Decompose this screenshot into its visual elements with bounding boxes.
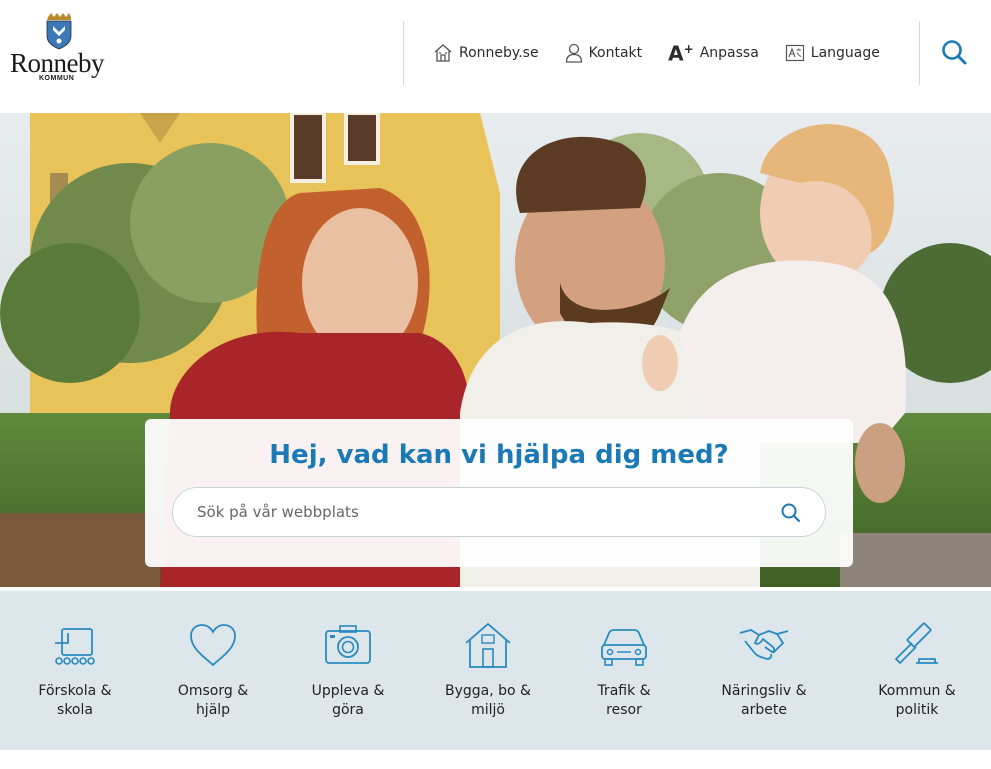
nav-kontakt-label: Kontakt: [588, 45, 643, 61]
heart-icon: [190, 624, 236, 667]
hero-banner: Hej, vad kan vi hjälpa dig med?: [0, 113, 991, 587]
search-field[interactable]: [172, 487, 826, 537]
text-size-icon: A+: [668, 41, 694, 66]
camera-icon: [325, 625, 371, 664]
category-label: Trafik & resor: [597, 683, 651, 718]
handshake-icon: [739, 629, 789, 660]
ronneby-logo[interactable]: Ronneby KOMMUN: [8, 12, 110, 84]
house-icon: [434, 44, 452, 62]
category-label: Omsorg & hjälp: [177, 683, 249, 718]
house-icon: [465, 622, 511, 668]
translate-icon: [785, 44, 804, 62]
category-bar: Förskola & skola Omsorg & hjälp Uppleva …: [0, 591, 991, 750]
nav-anpassa-label: Anpassa: [699, 45, 759, 61]
person-icon: [565, 43, 582, 63]
category-label: Uppleva & göra: [311, 683, 385, 718]
nav-kontakt[interactable]: Kontakt: [565, 43, 643, 63]
search-icon[interactable]: [940, 38, 968, 66]
search-input[interactable]: [197, 500, 757, 524]
header-divider: [403, 21, 404, 85]
nav-language[interactable]: Language: [785, 43, 880, 63]
header-divider-right: [919, 21, 920, 85]
coat-of-arms-icon: [46, 13, 72, 50]
category-label: Bygga, bo & miljö: [445, 683, 531, 718]
category-kommun-politik[interactable]: Kommun & politik: [847, 591, 987, 750]
category-trafik-resor[interactable]: Trafik & resor: [554, 591, 694, 750]
category-uppleva-gora[interactable]: Uppleva & göra: [278, 591, 418, 750]
category-forskola-skola[interactable]: Förskola & skola: [5, 591, 145, 750]
search-submit-icon[interactable]: [780, 502, 802, 524]
nav-ronneby-se[interactable]: Ronneby.se: [433, 43, 539, 63]
search-heading: Hej, vad kan vi hjälpa dig med?: [269, 440, 729, 470]
category-label: Näringsliv & arbete: [721, 683, 807, 718]
car-icon: [601, 629, 647, 666]
site-header: Ronneby KOMMUN Ronneby.se Kontakt A+ Anp…: [0, 0, 991, 113]
school-icon: [55, 628, 95, 665]
nav-ronneby-se-label: Ronneby.se: [459, 45, 539, 61]
category-naringsliv-arbete[interactable]: Näringsliv & arbete: [694, 591, 834, 750]
nav-language-label: Language: [810, 45, 880, 61]
nav-anpassa[interactable]: A+ Anpassa: [668, 43, 759, 64]
category-label: Kommun & politik: [878, 683, 956, 718]
category-omsorg-hjalp[interactable]: Omsorg & hjälp: [143, 591, 283, 750]
logo-subtitle: KOMMUN: [39, 75, 75, 82]
search-card: Hej, vad kan vi hjälpa dig med?: [145, 419, 853, 567]
gavel-icon: [894, 622, 938, 665]
category-bygga-bo-miljo[interactable]: Bygga, bo & miljö: [418, 591, 558, 750]
top-nav: Ronneby.se Kontakt A+ Anpassa Language: [433, 41, 906, 65]
category-label: Förskola & skola: [38, 683, 112, 718]
